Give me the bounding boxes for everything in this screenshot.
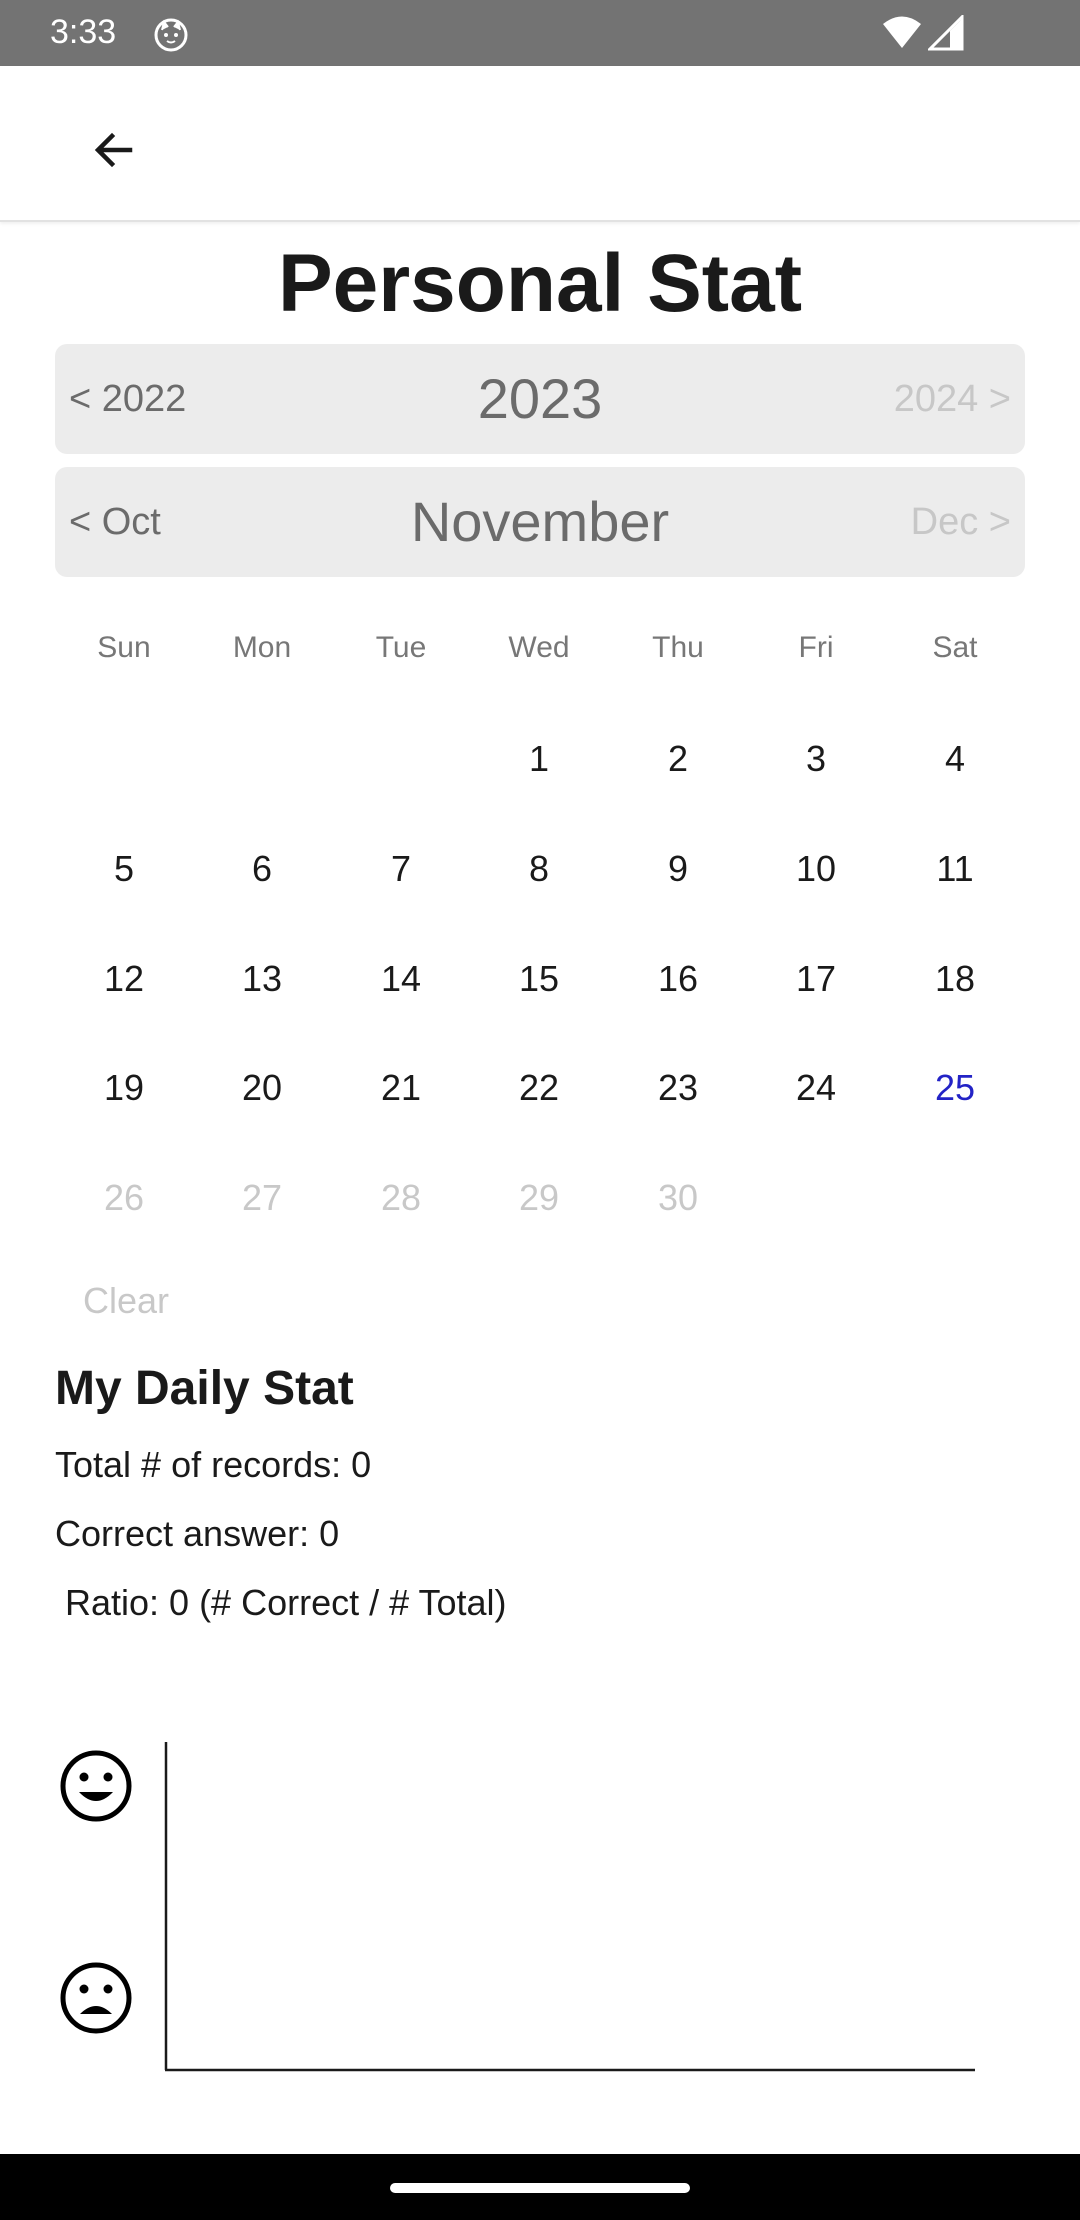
wifi-icon xyxy=(883,16,921,48)
calendar-day[interactable]: 25 xyxy=(900,1048,1010,1128)
gesture-navigation-bar xyxy=(0,2154,1080,2220)
calendar-day: 30 xyxy=(657,1177,699,1218)
weekday-label: Mon xyxy=(232,631,292,664)
weekday-header: Sun Mon Tue Wed Thu Fri Sat xyxy=(55,620,1025,676)
page-title: Personal Stat xyxy=(277,238,803,329)
daily-stat-chart xyxy=(60,1742,975,2072)
home-gesture-handle[interactable] xyxy=(390,2183,690,2193)
calendar-day[interactable]: 19 xyxy=(69,1048,179,1128)
calendar-day[interactable]: 23 xyxy=(623,1048,733,1128)
arrow-back-icon xyxy=(94,132,133,168)
current-year: 2023 xyxy=(477,367,603,430)
calendar-day[interactable]: 24 xyxy=(761,1048,871,1128)
current-month: November xyxy=(410,490,670,553)
calendar-day[interactable]: 13 xyxy=(207,939,317,1019)
smiling-face-icon xyxy=(60,1750,132,1822)
calendar-day[interactable]: 6 xyxy=(207,829,317,909)
prev-year-button[interactable]: < 2022 xyxy=(69,344,186,454)
calendar-day[interactable]: 15 xyxy=(484,939,594,1019)
weekday-label: Sat xyxy=(932,631,978,664)
calendar-day[interactable]: 2 xyxy=(623,719,733,799)
calendar-day[interactable]: 11 xyxy=(900,829,1010,909)
daily-stat-title: My Daily Stat xyxy=(55,1362,354,1415)
calendar-day[interactable]: 3 xyxy=(761,719,871,799)
month-navigator: < Oct November Dec > xyxy=(55,467,1025,577)
calendar-day[interactable]: 7 xyxy=(346,829,456,909)
calendar-day[interactable]: 16 xyxy=(623,939,733,1019)
calendar-day[interactable]: 1 xyxy=(484,719,594,799)
back-button[interactable] xyxy=(78,114,150,186)
year-navigator: < 2022 2023 2024 > xyxy=(55,344,1025,454)
calendar-day[interactable]: 10 xyxy=(761,829,871,909)
calendar-day: 28 xyxy=(380,1177,422,1218)
calendar-day[interactable]: 4 xyxy=(900,719,1010,799)
weekday-label: Wed xyxy=(508,631,570,664)
calendar-day[interactable]: 5 xyxy=(69,829,179,909)
calendar-day[interactable]: 8 xyxy=(484,829,594,909)
status-time: 3:33 xyxy=(50,13,117,51)
calendar-day: 27 xyxy=(241,1177,283,1218)
calendar-day: 26 xyxy=(103,1177,145,1218)
weekday-label: Fri xyxy=(798,631,834,664)
signal-icon xyxy=(928,15,964,51)
calendar-day[interactable]: 21 xyxy=(346,1048,456,1128)
ratio-text: Ratio: 0 (# Correct / # Total) xyxy=(55,1582,507,1623)
weekday-label: Tue xyxy=(375,631,427,664)
correct-answer-text: Correct answer: 0 xyxy=(55,1513,340,1554)
calendar-day[interactable]: 20 xyxy=(207,1048,317,1128)
status-bar: 3:33 xyxy=(0,0,1080,66)
next-month-button: Dec > xyxy=(910,501,1011,543)
clear-button[interactable]: Clear xyxy=(83,1275,169,1327)
weekday-label: Thu xyxy=(652,631,704,664)
frowning-face-icon xyxy=(60,1962,132,2034)
app-bar xyxy=(0,66,1080,222)
calendar-day[interactable]: 9 xyxy=(623,829,733,909)
next-year-button: 2024 > xyxy=(893,378,1011,420)
calendar-day[interactable]: 18 xyxy=(900,939,1010,1019)
cat-notification-icon xyxy=(154,18,188,52)
calendar-day[interactable]: 12 xyxy=(69,939,179,1019)
calendar-day[interactable]: 17 xyxy=(761,939,871,1019)
calendar-day[interactable]: 22 xyxy=(484,1048,594,1128)
total-records-text: Total # of records: 0 xyxy=(55,1444,372,1485)
prev-month-button[interactable]: < Oct xyxy=(69,467,161,577)
calendar-day[interactable]: 14 xyxy=(346,939,456,1019)
calendar-day: 29 xyxy=(518,1177,560,1218)
weekday-label: Sun xyxy=(97,631,151,664)
